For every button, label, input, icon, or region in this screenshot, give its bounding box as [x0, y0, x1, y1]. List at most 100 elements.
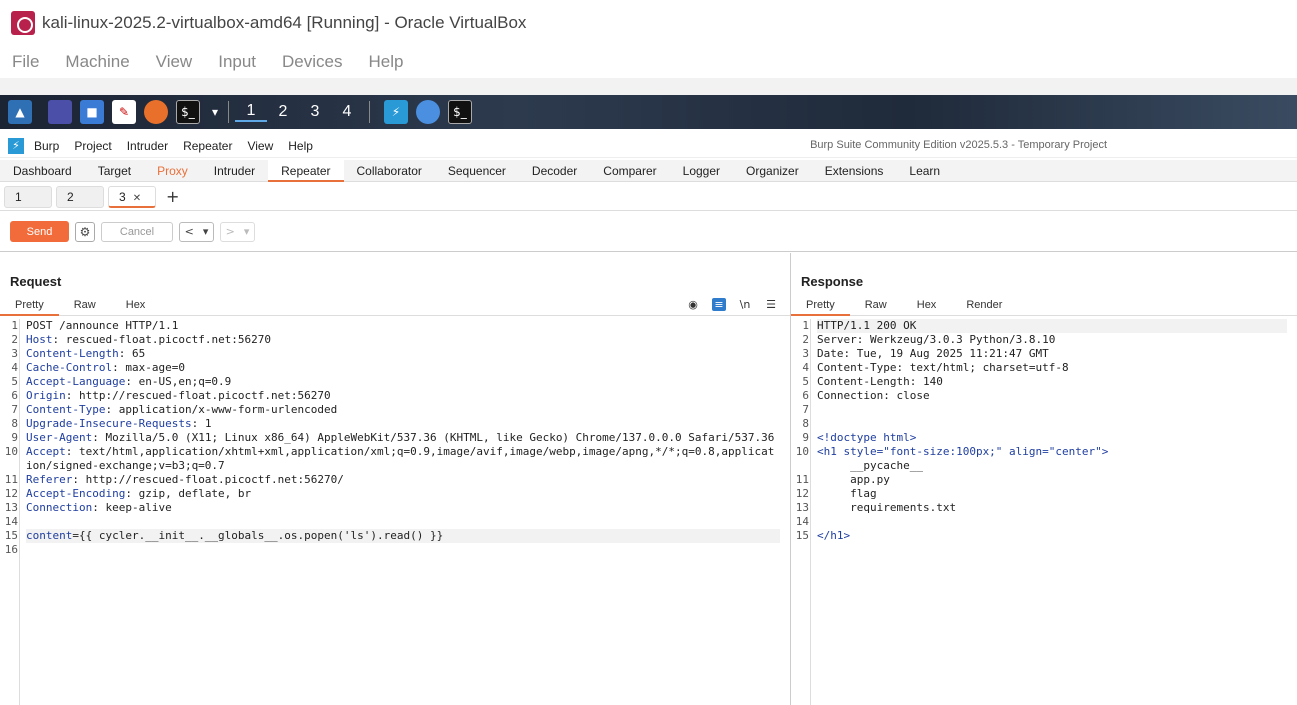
- burp-menu-help[interactable]: Help: [288, 139, 313, 153]
- response-line[interactable]: 9 <!doctype html>: [802, 431, 1287, 445]
- request-code[interactable]: 1 POST /announce HTTP/1.1 2 Host: rescued-f…: [5, 319, 780, 557]
- workspace-2[interactable]: 2: [267, 103, 299, 121]
- response-line[interactable]: 15 </h1>: [796, 529, 1287, 543]
- vbox-menu-file[interactable]: File: [12, 52, 39, 72]
- request-line[interactable]: 14: [5, 515, 780, 529]
- back-button[interactable]: < ▾: [179, 221, 214, 242]
- response-editor[interactable]: 1 HTTP/1.1 200 OK 2 Server: Werkzeug/3.0.3 …: [791, 319, 1297, 705]
- request-line[interactable]: 6 Origin: http://rescued-float.picoctf.ne…: [11, 389, 780, 403]
- response-line[interactable]: __pycache__: [817, 459, 1287, 473]
- hide-eye-icon[interactable]: ◉: [686, 298, 700, 311]
- request-line[interactable]: 13 Connection: keep-alive: [5, 501, 780, 515]
- vbox-menu-devices[interactable]: Devices: [282, 52, 342, 72]
- tab-organizer[interactable]: Organizer: [733, 160, 812, 182]
- browser-icon[interactable]: [416, 100, 440, 124]
- add-tab-icon[interactable]: +: [166, 187, 179, 206]
- burp-menu-view[interactable]: View: [247, 139, 273, 153]
- vbox-menu-help[interactable]: Help: [369, 52, 404, 72]
- header-key: User-Agent: [26, 431, 93, 444]
- response-text: <!doctype html>: [817, 431, 917, 444]
- response-line[interactable]: 4 Content-Type: text/html; charset=utf-8: [802, 361, 1287, 375]
- repeater-tab-2[interactable]: 2: [56, 185, 104, 208]
- request-line[interactable]: 3 Content-Length: 65: [11, 347, 780, 361]
- workspace-4[interactable]: 4: [331, 103, 363, 121]
- newline-icon[interactable]: \n: [738, 298, 752, 311]
- request-line[interactable]: 7 Content-Type: application/x-www-form-ur…: [11, 403, 780, 417]
- gear-icon[interactable]: ⚙: [75, 221, 95, 242]
- request-line[interactable]: 8 Upgrade-Insecure-Requests: 1: [11, 417, 780, 431]
- response-tab-pretty[interactable]: Pretty: [791, 294, 850, 316]
- response-tab-hex[interactable]: Hex: [902, 294, 952, 316]
- response-line[interactable]: 6 Connection: close: [802, 389, 1287, 403]
- response-line[interactable]: 12 flag: [796, 487, 1287, 501]
- response-line[interactable]: 1 HTTP/1.1 200 OK: [802, 319, 1287, 333]
- workspace-3[interactable]: 3: [299, 103, 331, 121]
- vbox-menu-view[interactable]: View: [156, 52, 193, 72]
- tab-repeater[interactable]: Repeater: [268, 160, 344, 182]
- header-key: Host: [26, 333, 53, 346]
- tab-dashboard[interactable]: Dashboard: [0, 160, 85, 182]
- burp-menu-intruder[interactable]: Intruder: [127, 139, 168, 153]
- response-tab-render[interactable]: Render: [951, 294, 1017, 316]
- request-editor[interactable]: 1 POST /announce HTTP/1.1 2 Host: rescued-f…: [0, 319, 790, 705]
- terminal-icon[interactable]: $_: [448, 100, 472, 124]
- response-line[interactable]: 2 Server: Werkzeug/3.0.3 Python/3.8.10: [802, 333, 1287, 347]
- response-line[interactable]: 14: [796, 515, 1287, 529]
- tab-learn[interactable]: Learn: [896, 160, 953, 182]
- forward-button[interactable]: > ▾: [220, 221, 255, 242]
- request-line[interactable]: 9 User-Agent: Mozilla/5.0 (X11; Linux x86…: [11, 431, 780, 445]
- response-line[interactable]: 13 requirements.txt: [796, 501, 1287, 515]
- text-editor-icon[interactable]: ✎: [112, 100, 136, 124]
- burp-menu-burp[interactable]: Burp: [34, 139, 59, 153]
- request-line[interactable]: 4 Cache-Control: max-age=0: [11, 361, 780, 375]
- menu-icon[interactable]: ☰: [764, 298, 778, 311]
- request-tab-hex[interactable]: Hex: [111, 294, 161, 316]
- tab-proxy[interactable]: Proxy: [144, 160, 201, 182]
- file-manager-icon[interactable]: ■: [80, 100, 104, 124]
- tab-decoder[interactable]: Decoder: [519, 160, 590, 182]
- response-line[interactable]: 11 app.py: [796, 473, 1287, 487]
- request-line[interactable]: 16: [5, 543, 780, 557]
- request-line[interactable]: 10 Accept: text/html,application/xhtml+xm…: [5, 445, 780, 473]
- burp-suite-icon[interactable]: ⚡: [384, 100, 408, 124]
- response-tab-raw[interactable]: Raw: [850, 294, 902, 316]
- tab-sequencer[interactable]: Sequencer: [435, 160, 519, 182]
- close-icon[interactable]: ✕: [133, 193, 141, 204]
- request-line[interactable]: 11 Referer: http://rescued-float.picoctf.…: [5, 473, 780, 487]
- tab-target[interactable]: Target: [85, 160, 144, 182]
- vbox-menu-machine[interactable]: Machine: [65, 52, 129, 72]
- tab-collaborator[interactable]: Collaborator: [344, 160, 435, 182]
- request-line[interactable]: 15 content={{ cycler.__init__.__globals__…: [5, 529, 780, 543]
- response-line[interactable]: 5 Content-Length: 140: [802, 375, 1287, 389]
- terminal-icon[interactable]: $_: [176, 100, 200, 124]
- vbox-menu-input[interactable]: Input: [218, 52, 256, 72]
- firefox-icon[interactable]: [144, 100, 168, 124]
- burp-menu-repeater[interactable]: Repeater: [183, 139, 232, 153]
- tab-logger[interactable]: Logger: [670, 160, 733, 182]
- request-line[interactable]: 12 Accept-Encoding: gzip, deflate, br: [5, 487, 780, 501]
- request-line[interactable]: 2 Host: rescued-float.picoctf.net:56270: [11, 333, 780, 347]
- tab-comparer[interactable]: Comparer: [590, 160, 669, 182]
- cancel-button[interactable]: Cancel: [101, 221, 173, 242]
- request-line[interactable]: 1 POST /announce HTTP/1.1: [11, 319, 780, 333]
- desktop-icon[interactable]: [48, 100, 72, 124]
- response-line[interactable]: 8: [802, 417, 1287, 431]
- tab-intruder[interactable]: Intruder: [201, 160, 268, 182]
- kali-taskbar: ▲ ■ ✎ $_ ▾ 1 2 3 4 ⚡ $_: [0, 95, 1297, 129]
- response-line[interactable]: 7: [802, 403, 1287, 417]
- response-code[interactable]: 1 HTTP/1.1 200 OK 2 Server: Werkzeug/3.0.3 …: [796, 319, 1287, 543]
- burp-menu-project[interactable]: Project: [74, 139, 111, 153]
- repeater-tab-3[interactable]: 3 ✕: [108, 185, 156, 208]
- request-tab-raw[interactable]: Raw: [59, 294, 111, 316]
- workspace-1[interactable]: 1: [235, 102, 267, 122]
- response-line[interactable]: 3 Date: Tue, 19 Aug 2025 11:21:47 GMT: [802, 347, 1287, 361]
- chevron-down-icon[interactable]: ▾: [208, 100, 222, 124]
- send-button[interactable]: Send: [10, 221, 69, 242]
- response-line[interactable]: 10 <h1 style="font-size:100px;" align="ce…: [796, 445, 1287, 459]
- tab-extensions[interactable]: Extensions: [812, 160, 897, 182]
- kali-menu-icon[interactable]: ▲: [8, 100, 32, 124]
- request-line[interactable]: 5 Accept-Language: en-US,en;q=0.9: [11, 375, 780, 389]
- repeater-tab-1[interactable]: 1: [4, 185, 52, 208]
- request-tab-pretty[interactable]: Pretty: [0, 294, 59, 316]
- wrap-lines-icon[interactable]: ≡: [712, 297, 726, 311]
